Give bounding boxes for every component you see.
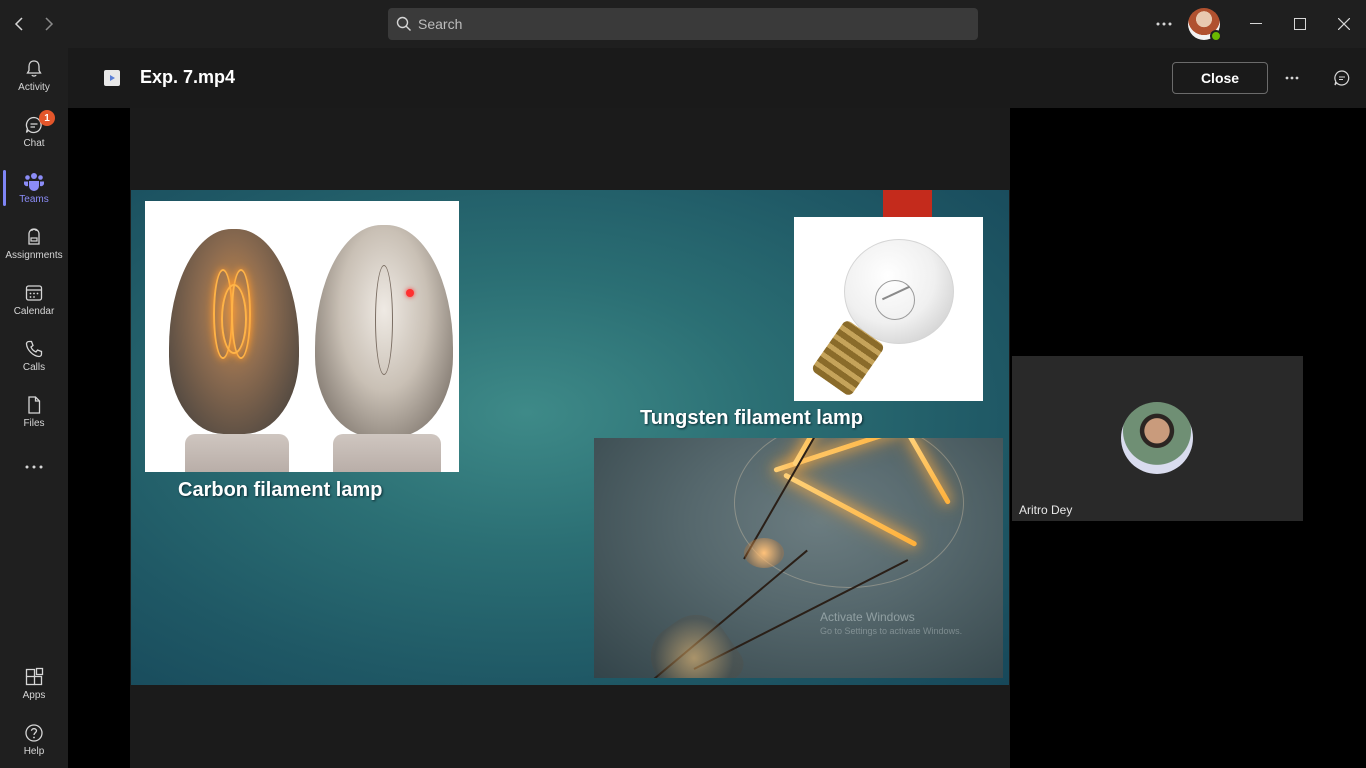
rail-label-activity: Activity (18, 82, 50, 93)
avatar (1121, 402, 1193, 474)
title-bar (0, 0, 1366, 48)
search-box[interactable] (388, 8, 978, 40)
rail-item-calls[interactable]: Calls (0, 328, 68, 384)
chevron-right-icon (45, 17, 54, 31)
bulb-socket (185, 434, 289, 472)
close-button[interactable]: Close (1172, 62, 1268, 94)
rail-item-apps[interactable]: Apps (0, 656, 68, 712)
help-icon (25, 724, 43, 742)
presence-available-icon (1210, 30, 1222, 42)
rail-label-files: Files (23, 418, 45, 429)
rail-item-files[interactable]: Files (0, 384, 68, 440)
participant-tile[interactable]: Aritro Dey (1012, 356, 1303, 521)
conversation-icon (1334, 70, 1350, 86)
rail-item-help[interactable]: Help (0, 712, 68, 768)
participant-name: Aritro Dey (1019, 503, 1073, 517)
laser-pointer-icon (406, 289, 414, 297)
more-horizontal-icon (25, 465, 43, 468)
calendar-icon (25, 285, 43, 301)
close-window-button[interactable] (1322, 0, 1366, 48)
file-viewer-header: Exp. 7.mp4 Close (68, 48, 1366, 108)
rail-label-chat: Chat (23, 138, 45, 149)
bell-icon (26, 60, 42, 77)
chat-unread-badge: 1 (39, 110, 55, 126)
phone-icon (25, 340, 43, 358)
maximize-icon (1294, 18, 1306, 30)
file-options-button[interactable] (1280, 66, 1304, 90)
slide-accent-tab (883, 190, 932, 217)
rail-label-help: Help (23, 746, 45, 757)
rail-item-chat[interactable]: Chat 1 (0, 104, 68, 160)
rail-label-assignments: Assignments (5, 250, 63, 261)
maximize-button[interactable] (1278, 0, 1322, 48)
rail-label-apps: Apps (22, 690, 46, 701)
glowing-filament-image: Activate Windows Go to Settings to activ… (594, 438, 1003, 678)
backpack-icon (28, 228, 40, 245)
chevron-left-icon (14, 17, 23, 31)
carbon-bulb-unlit (315, 225, 453, 437)
file-title: Exp. 7.mp4 (140, 67, 236, 87)
conversation-button[interactable] (1330, 66, 1354, 90)
tungsten-lamp-label: Tungsten filament lamp (640, 407, 863, 429)
teams-icon (24, 173, 44, 191)
rail-more-apps-button[interactable] (0, 440, 68, 496)
rail-item-activity[interactable]: Activity (0, 48, 68, 104)
profile-avatar[interactable] (1188, 8, 1222, 42)
presentation-slide: Carbon filament lamp Tungsten filament l… (131, 190, 1009, 685)
search-input[interactable] (418, 16, 958, 32)
search-icon (396, 16, 411, 31)
tungsten-lamp-image (794, 217, 983, 401)
settings-more-button[interactable] (1152, 12, 1176, 36)
rail-item-teams[interactable]: Teams (0, 160, 68, 216)
carbon-lamp-label: Carbon filament lamp (178, 479, 383, 501)
rail-label-teams: Teams (19, 194, 49, 205)
windows-watermark-subtitle: Go to Settings to activate Windows. (820, 626, 963, 636)
file-icon (28, 396, 41, 414)
bulb-socket (333, 434, 441, 472)
app-bar: Activity Chat 1 Teams Assignments Calend… (0, 48, 68, 768)
carbon-bulb-lit (169, 229, 299, 434)
close-icon (1338, 18, 1350, 30)
rail-item-calendar[interactable]: Calendar (0, 272, 68, 328)
rail-label-calls: Calls (22, 362, 46, 373)
more-horizontal-icon (1285, 76, 1299, 80)
minimize-icon (1250, 23, 1262, 24)
apps-icon (25, 667, 44, 686)
forward-button[interactable] (36, 12, 60, 36)
minimize-button[interactable] (1234, 0, 1278, 48)
carbon-lamp-image (145, 201, 459, 472)
back-button[interactable] (8, 12, 32, 36)
video-file-icon (104, 70, 120, 86)
rail-item-assignments[interactable]: Assignments (0, 216, 68, 272)
more-horizontal-icon (1156, 22, 1172, 26)
windows-watermark-title: Activate Windows (820, 610, 915, 624)
rail-label-calendar: Calendar (13, 306, 55, 317)
